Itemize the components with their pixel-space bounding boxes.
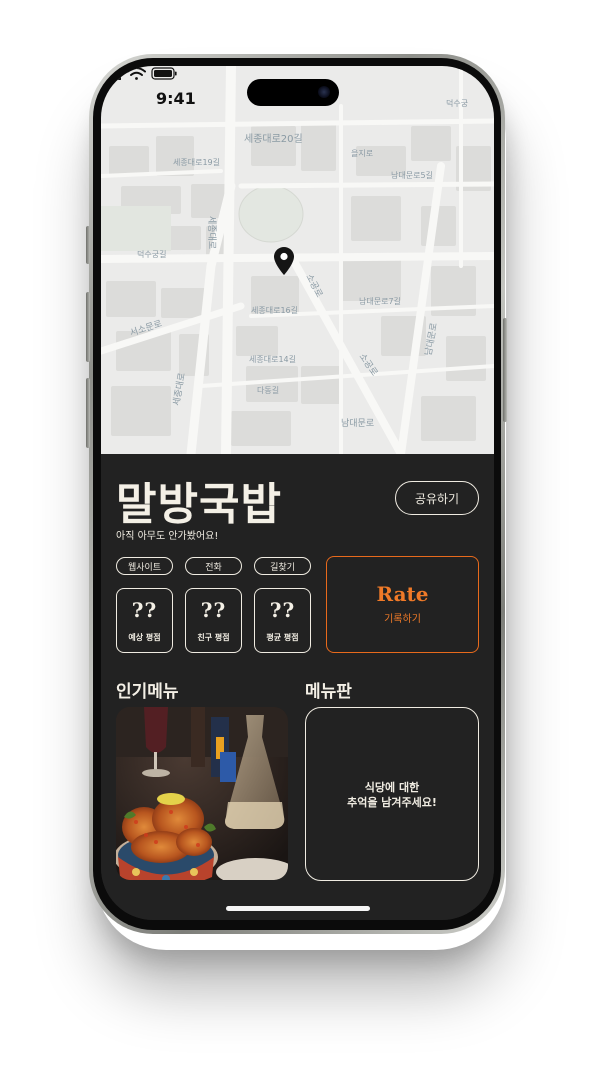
rating-value: ??: [269, 598, 296, 622]
restaurant-detail: 말방국밥 아직 아무도 안가봤어요! 공유하기 웹사이트 전화 길찾기 ?? 예…: [101, 454, 494, 920]
website-button[interactable]: 웹사이트: [116, 557, 173, 575]
menu-board-line1: 식당에 대한: [364, 781, 420, 794]
signal-icon: [103, 67, 121, 80]
map-label: 세종대로19길: [173, 158, 220, 167]
share-button[interactable]: 공유하기: [395, 481, 479, 515]
map-label: 세종대로: [171, 372, 188, 407]
map-label: 덕수궁길: [137, 249, 166, 259]
rate-title: Rate: [376, 582, 429, 606]
volume-up-button: [86, 292, 90, 362]
camera-icon: [318, 86, 330, 98]
rating-label: 친구 평점: [197, 633, 230, 642]
rating-value: ??: [200, 598, 227, 622]
directions-button[interactable]: 길찾기: [254, 557, 311, 575]
map-label: 남대문로: [341, 418, 374, 429]
wifi-icon: [127, 67, 146, 80]
status-time: 9:41: [156, 89, 196, 108]
action-button: [86, 226, 90, 264]
map-label: 세종대로20길: [244, 132, 303, 145]
map-label: 세종대로: [206, 216, 217, 249]
map-label: 을지로: [351, 149, 373, 158]
phone-button[interactable]: 전화: [185, 557, 242, 575]
map-streets: 세종대로20길 세종대로19길 세종대로 덕수궁길 서소문로 세종대로16길 세…: [101, 66, 494, 454]
map-label: 다동길: [257, 386, 279, 395]
home-indicator[interactable]: [226, 906, 370, 911]
popular-menu-title: 인기메뉴: [116, 682, 179, 702]
volume-down-button: [86, 378, 90, 448]
power-button: [503, 318, 507, 422]
average-rating-card[interactable]: ?? 평균 평점: [254, 588, 311, 653]
rating-label: 평균 평점: [266, 633, 299, 642]
status-icons: [103, 67, 177, 80]
map-label: 남대문로5길: [391, 171, 433, 180]
menu-board-upload[interactable]: 식당에 대한 추억을 남겨주세요!: [305, 707, 479, 881]
restaurant-name: 말방국밥: [116, 479, 282, 530]
map-label: 세종대로16길: [251, 306, 298, 315]
menu-board-placeholder: 식당에 대한 추억을 남겨주세요!: [306, 780, 478, 810]
battery-icon: [151, 67, 177, 80]
popular-menu-photo[interactable]: [116, 707, 288, 880]
map-label: 세종대로14길: [249, 355, 296, 364]
menu-board-title: 메뉴판: [305, 682, 352, 702]
map-view[interactable]: 세종대로20길 세종대로19길 세종대로 덕수궁길 서소문로 세종대로16길 세…: [101, 66, 494, 454]
expected-rating-card[interactable]: ?? 예상 평점: [116, 588, 173, 653]
status-bar: 9:41: [101, 66, 494, 122]
menu-board-line2: 추억을 남겨주세요!: [347, 796, 437, 809]
map-label: 남대문로7길: [359, 297, 401, 306]
rate-button[interactable]: Rate 기록하기: [326, 556, 479, 653]
rate-subtitle: 기록하기: [384, 614, 421, 625]
friend-rating-card[interactable]: ?? 친구 평점: [185, 588, 242, 653]
rating-label: 예상 평점: [128, 633, 161, 642]
screen: 세종대로20길 세종대로19길 세종대로 덕수궁길 서소문로 세종대로16길 세…: [101, 66, 494, 920]
rating-value: ??: [131, 598, 158, 622]
restaurant-subtitle: 아직 아무도 안가봤어요!: [116, 531, 219, 542]
